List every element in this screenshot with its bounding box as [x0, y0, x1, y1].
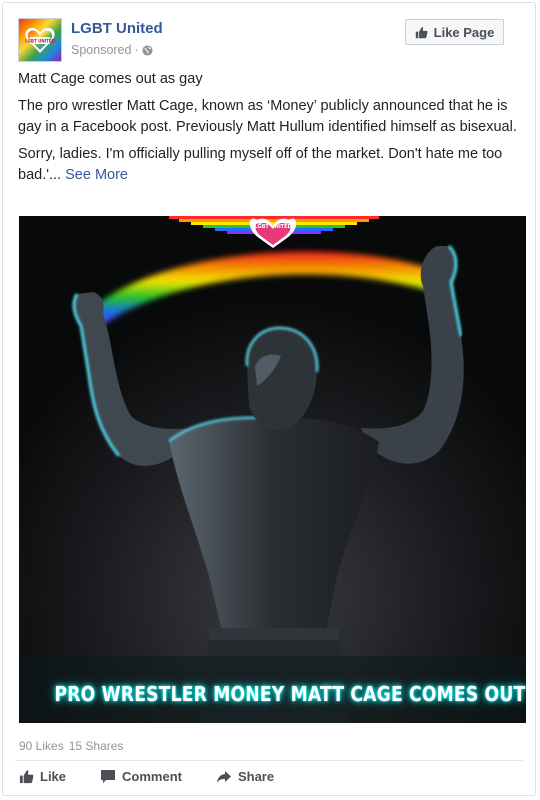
thumbs-up-icon [19, 769, 34, 784]
share-label: Share [237, 769, 275, 784]
wrestler-illustration: LGBT UNITED [19, 216, 526, 723]
like-button[interactable]: Like [19, 769, 66, 784]
action-bar: Like Comment Share [19, 769, 308, 784]
like-page-button[interactable]: Like Page [405, 19, 504, 45]
lgbt-united-logo: LGBT UNITED [19, 19, 61, 61]
like-page-label: Like Page [433, 24, 495, 40]
comment-button[interactable]: Comment [100, 769, 182, 784]
separator: · [134, 43, 139, 57]
avatar-logo-text: LGBT UNITED [25, 39, 56, 44]
sponsored-post: LGBT UNITED LGBT United Sponsored · Like… [2, 2, 536, 796]
post-quote-line: Sorry, ladies. I'm officially pulling my… [18, 144, 517, 186]
share-button[interactable]: Share [216, 769, 274, 784]
comment-label: Comment [122, 769, 182, 784]
likes-count[interactable]: 90 Likes [19, 739, 64, 753]
post-paragraph: The pro wrestler Matt Cage, known as ‘Mo… [18, 98, 517, 135]
post-body: Matt Cage comes out as gay The pro wrest… [18, 69, 517, 192]
like-label: Like [40, 769, 67, 784]
comment-icon [100, 769, 116, 784]
image-caption: PRO WRESTLER MONEY MATT CAGE COMES OUT A… [54, 682, 526, 706]
thumbs-up-icon [415, 26, 428, 39]
engagement-counts: 90 Likes 15 Shares [19, 739, 123, 753]
share-icon [216, 770, 232, 784]
sponsored-label[interactable]: Sponsored [71, 43, 131, 57]
globe-icon [142, 44, 153, 56]
page-name-link[interactable]: LGBT United [71, 20, 163, 37]
page-avatar[interactable]: LGBT UNITED [18, 18, 62, 62]
see-more-link[interactable]: See More [65, 167, 128, 183]
badge-text: LGBT UNITED [254, 224, 291, 230]
post-image[interactable]: LGBT UNITED PRO WRESTLER MONEY MATT CAGE… [19, 216, 526, 723]
divider [15, 760, 523, 761]
post-headline: Matt Cage comes out as gay [18, 71, 203, 87]
sponsored-line: Sponsored · [71, 43, 153, 57]
shares-count[interactable]: 15 Shares [69, 739, 124, 753]
